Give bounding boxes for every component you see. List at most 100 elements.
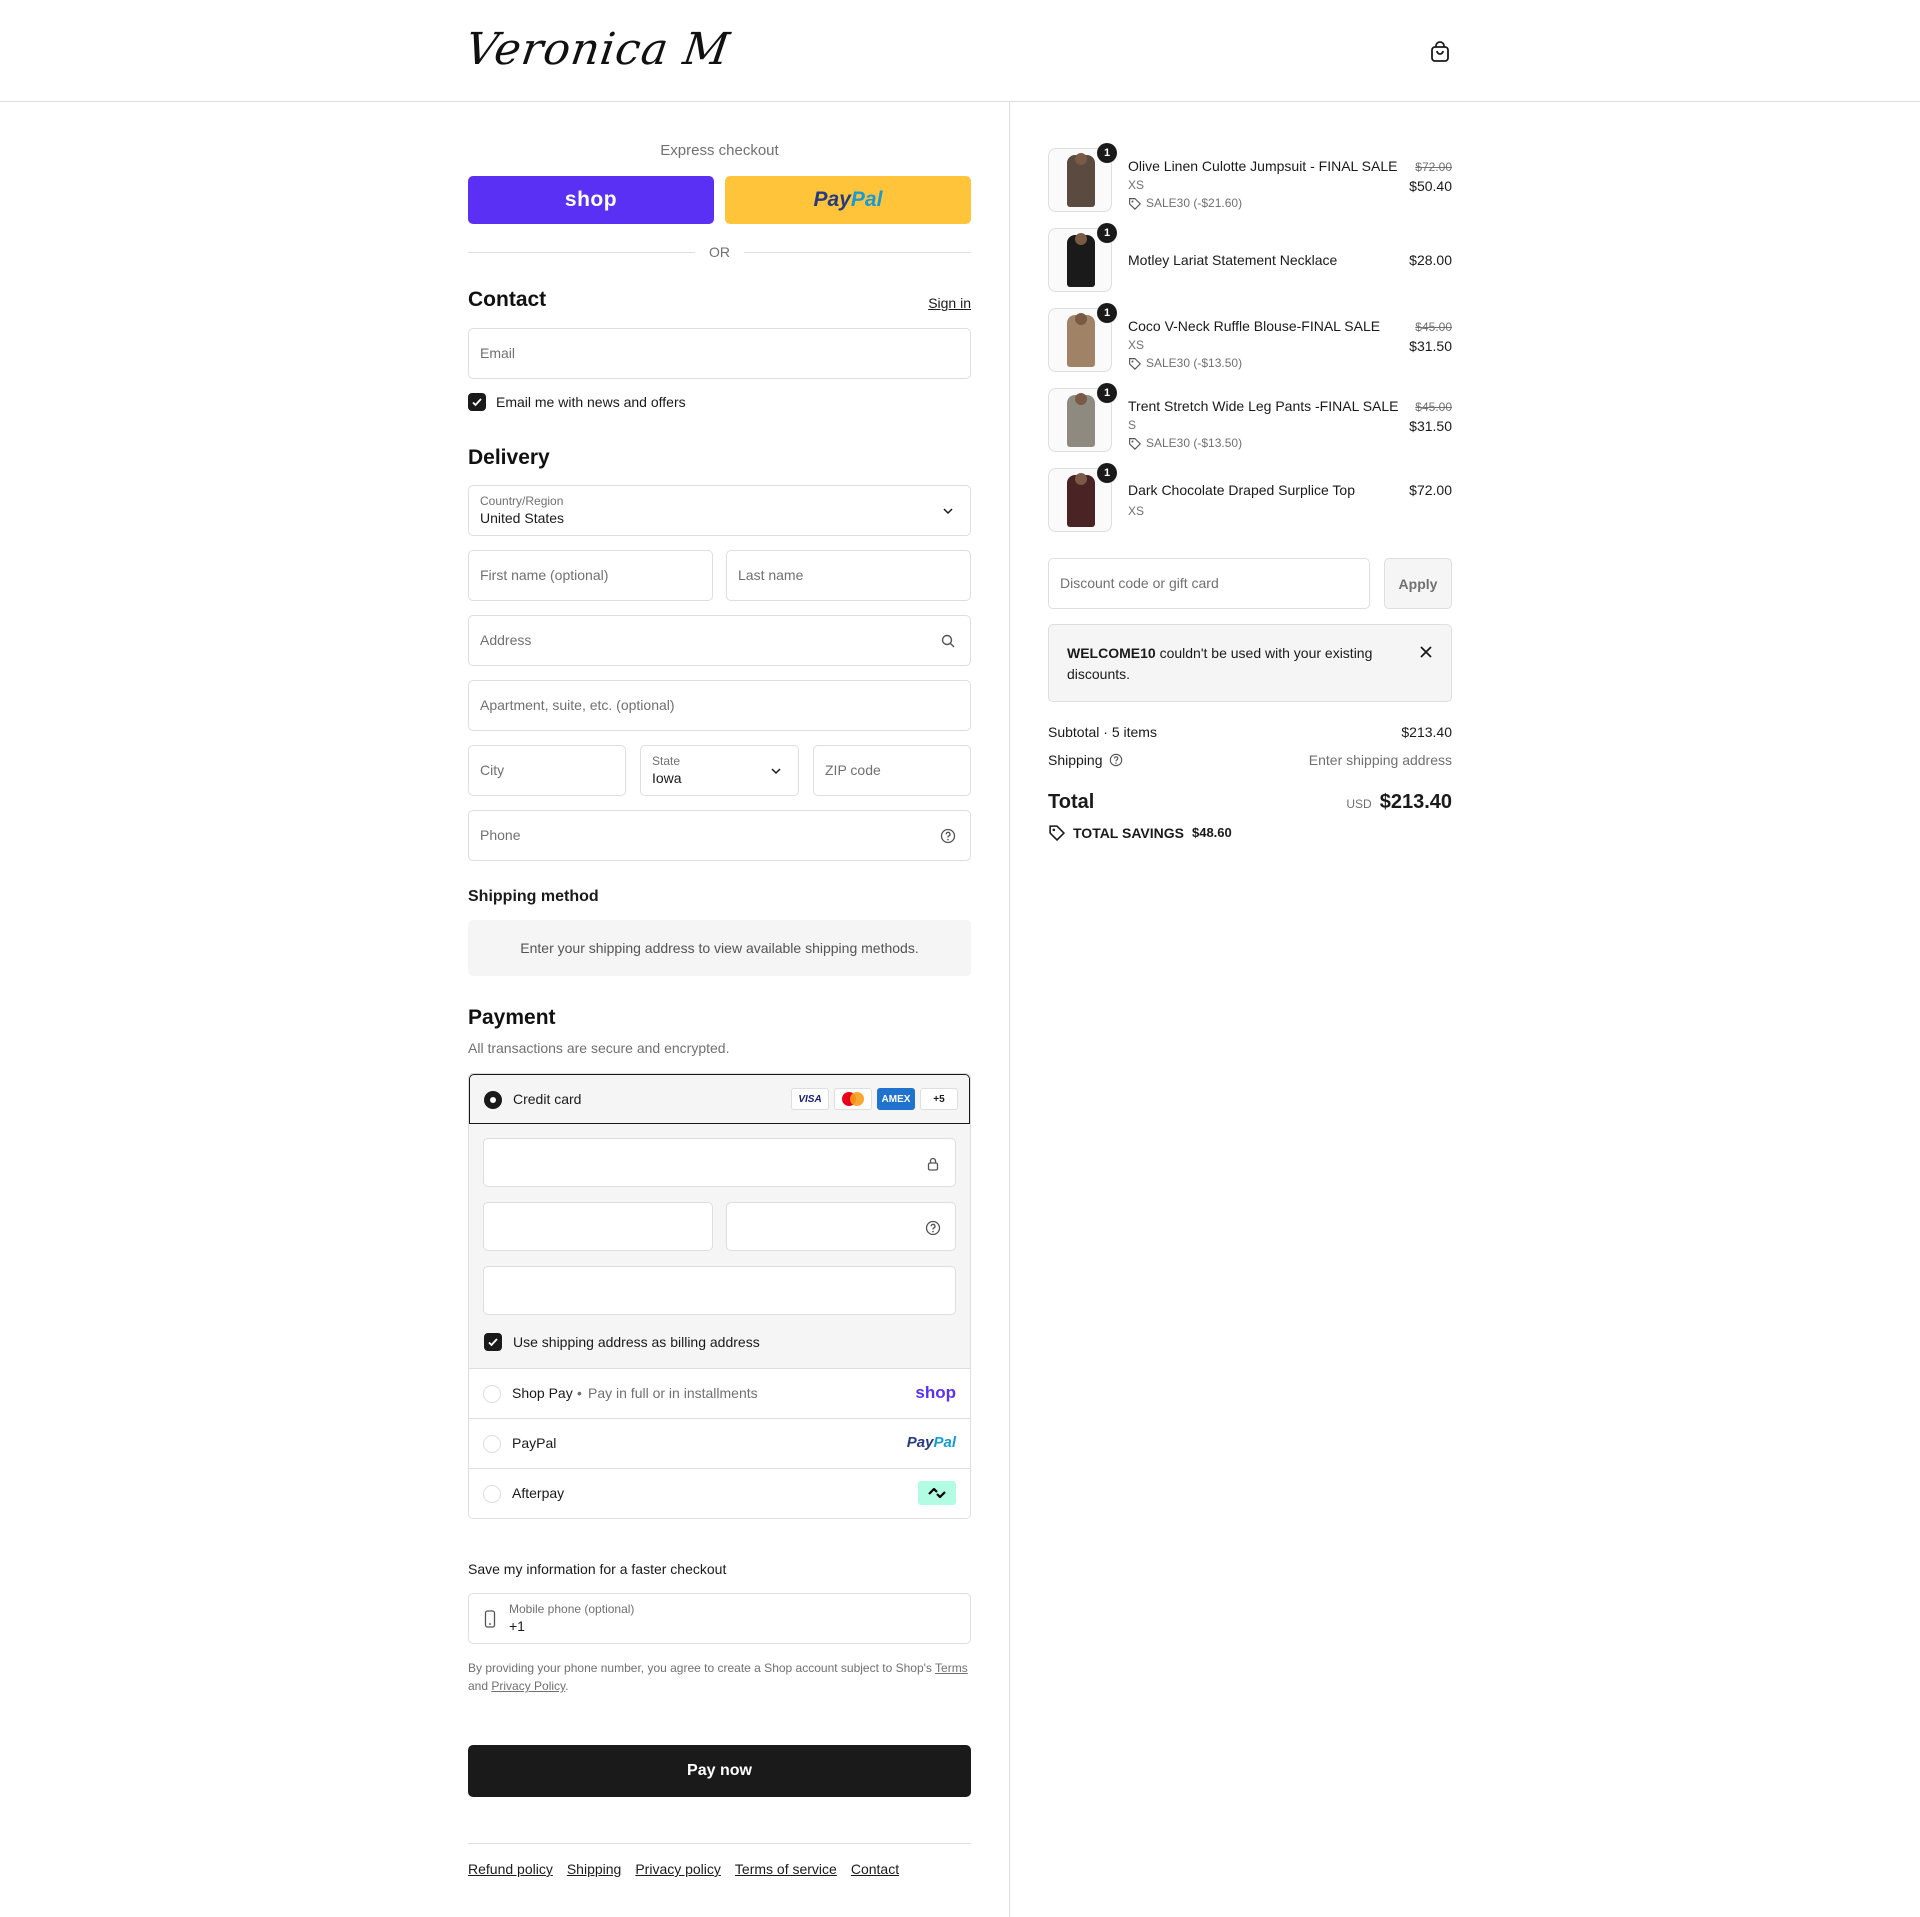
item-original-price: $72.00 — [1415, 160, 1452, 174]
email-field[interactable]: Email — [468, 328, 971, 379]
quantity-badge: 1 — [1097, 303, 1117, 323]
first-name-field[interactable]: First name (optional) — [468, 550, 713, 601]
item-name: Motley Lariat Statement Necklace — [1128, 252, 1338, 268]
zip-field[interactable]: ZIP code — [813, 745, 971, 796]
footer-divider — [468, 1843, 971, 1844]
help-circle-icon[interactable] — [925, 1220, 941, 1236]
state-value: Iowa — [652, 770, 682, 786]
city-field[interactable]: City — [468, 745, 626, 796]
credit-card-label: Credit card — [513, 1091, 582, 1107]
notice-text: couldn't be used with your existing — [1155, 645, 1373, 661]
shopping-bag-icon[interactable] — [1428, 40, 1452, 64]
credit-card-form: Use shipping address as billing address — [469, 1124, 970, 1368]
mobile-phone-icon — [484, 1610, 496, 1628]
item-discount-text: SALE30 (-$13.50) — [1146, 356, 1243, 370]
first-name-placeholder: First name (optional) — [480, 567, 609, 583]
item-price: $72.00 — [1409, 482, 1452, 498]
amex-icon: AMEX — [877, 1088, 915, 1110]
total-value: $213.40 — [1379, 791, 1452, 813]
item-name: Trent Stretch Wide Leg Pants -FINAL SALE — [1128, 398, 1399, 414]
item-price: $50.40 — [1409, 178, 1452, 194]
credit-card-option[interactable]: Credit card VISA AMEX +5 — [469, 1074, 970, 1124]
disclaimer-and: and — [468, 1679, 492, 1693]
brand-logo[interactable]: Veronica M — [462, 24, 733, 75]
shipping-value: Enter shipping address — [1308, 752, 1452, 768]
expiration-field[interactable] — [483, 1202, 713, 1251]
item-name: Olive Linen Culotte Jumpsuit - FINAL SAL… — [1128, 158, 1398, 174]
cart-item: 1 Coco V-Neck Ruffle Blouse-FINAL SALE X… — [1048, 303, 1452, 372]
item-variant: S — [1128, 418, 1137, 432]
name-on-card-field[interactable] — [483, 1266, 956, 1315]
product-thumbnail: 1 — [1048, 223, 1117, 292]
total-savings-row: TOTAL SAVINGS $48.60 — [1048, 824, 1232, 841]
sign-in-link[interactable]: Sign in — [928, 295, 971, 311]
shop-pay-logo: shop — [915, 1383, 956, 1402]
item-discount-text: SALE30 (-$21.60) — [1146, 196, 1243, 210]
shop-pay-radio[interactable] — [483, 1385, 501, 1403]
contact-link[interactable]: Contact — [851, 1861, 899, 1877]
shipping-method-message: Enter your shipping address to view avai… — [468, 920, 971, 976]
help-circle-icon[interactable] — [940, 828, 956, 844]
paypal-express-button[interactable]: Pay Pal — [725, 176, 971, 224]
afterpay-radio[interactable] — [483, 1485, 501, 1503]
afterpay-logo-icon — [918, 1481, 956, 1505]
save-info-heading: Save my information for a faster checkou… — [468, 1561, 727, 1577]
total-savings-value: $48.60 — [1191, 825, 1232, 840]
item-price: $31.50 — [1409, 338, 1452, 354]
paypal-logo-part1: Pay — [813, 188, 851, 211]
state-select[interactable]: State Iowa — [640, 745, 799, 796]
search-icon — [941, 634, 955, 648]
express-checkout-label: Express checkout — [660, 142, 779, 159]
terms-link[interactable]: Terms — [935, 1661, 968, 1675]
mobile-phone-label: Mobile phone (optional) — [509, 1602, 635, 1616]
help-circle-icon[interactable] — [1109, 753, 1123, 767]
apartment-field[interactable]: Apartment, suite, etc. (optional) — [468, 680, 971, 731]
item-discount-text: SALE30 (-$13.50) — [1146, 436, 1243, 450]
apply-discount-button[interactable]: Apply — [1384, 558, 1452, 609]
chevron-down-icon — [771, 768, 781, 775]
privacy-policy-link[interactable]: Privacy Policy — [491, 1679, 565, 1693]
news-offers-checkbox[interactable] — [468, 393, 486, 411]
footer-links: Refund policy Shipping Privacy policy Te… — [468, 1861, 899, 1877]
paypal-option[interactable]: PayPal PayPal — [469, 1418, 970, 1468]
last-name-field[interactable]: Last name — [726, 550, 971, 601]
phone-field[interactable]: Phone — [468, 810, 971, 861]
terms-of-service-link[interactable]: Terms of service — [735, 1861, 837, 1877]
privacy-policy-footer-link[interactable]: Privacy policy — [635, 1861, 721, 1877]
shop-pay-option[interactable]: Shop Pay • Pay in full or in installment… — [469, 1368, 970, 1418]
item-variant: XS — [1128, 504, 1145, 518]
apartment-placeholder: Apartment, suite, etc. (optional) — [480, 697, 675, 713]
zip-placeholder: ZIP code — [825, 762, 881, 778]
item-price: $31.50 — [1409, 418, 1452, 434]
shipping-row-label: Shipping — [1048, 752, 1123, 768]
phone-placeholder: Phone — [480, 827, 521, 843]
tag-icon — [1049, 825, 1065, 841]
refund-policy-link[interactable]: Refund policy — [468, 1861, 553, 1877]
more-cards-badge: +5 — [920, 1088, 958, 1110]
mobile-phone-field[interactable]: Mobile phone (optional) +1 — [468, 1593, 971, 1644]
shop-pay-express-button[interactable]: shop — [468, 176, 714, 224]
paypal-radio[interactable] — [483, 1435, 501, 1453]
shipping-link[interactable]: Shipping — [567, 1861, 622, 1877]
close-icon[interactable] — [1419, 645, 1433, 659]
tag-icon — [1129, 357, 1141, 370]
billing-same-checkbox[interactable] — [484, 1333, 502, 1351]
cart-item: 1 Dark Chocolate Draped Surplice Top XS … — [1048, 463, 1452, 532]
paypal-label: PayPal — [512, 1435, 557, 1451]
discount-code-field[interactable]: Discount code or gift card — [1048, 558, 1370, 609]
country-select[interactable]: Country/Region United States — [468, 485, 971, 536]
pay-now-button[interactable]: Pay now — [468, 1745, 971, 1797]
shop-pay-label: Shop Pay — [512, 1385, 573, 1401]
currency-code: USD — [1346, 797, 1372, 811]
item-discount: SALE30 (-$21.60) — [1128, 196, 1242, 210]
security-code-field[interactable] — [726, 1202, 956, 1251]
delivery-heading: Delivery — [468, 446, 550, 469]
afterpay-option[interactable]: Afterpay — [469, 1468, 970, 1518]
discount-code-placeholder: Discount code or gift card — [1060, 575, 1219, 591]
card-number-field[interactable] — [483, 1138, 956, 1187]
credit-card-radio[interactable] — [484, 1091, 502, 1109]
lock-icon — [927, 1157, 939, 1171]
billing-same-row: Use shipping address as billing address — [484, 1333, 760, 1351]
address-field[interactable]: Address — [468, 615, 971, 666]
total-label: Total — [1048, 791, 1095, 813]
